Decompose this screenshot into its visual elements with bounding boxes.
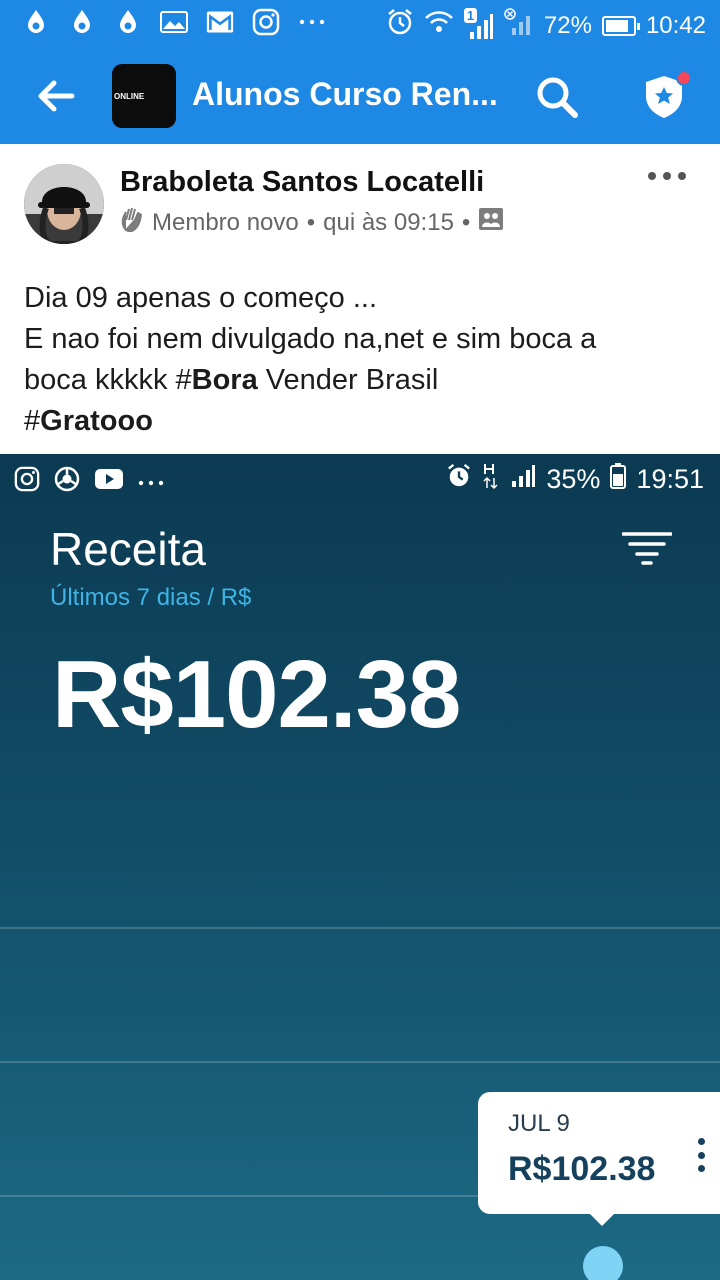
alarm-icon — [446, 463, 472, 496]
flame-notification-icon — [68, 8, 96, 36]
flame-notification-icon — [114, 8, 142, 36]
alarm-icon — [386, 8, 414, 43]
hspa-icon — [482, 462, 500, 497]
chart-tooltip: JUL 9 R$102.38 — [478, 1092, 720, 1226]
tooltip-date: JUL 9 — [508, 1110, 570, 1137]
filter-icon — [621, 530, 673, 566]
flame-notification-icon — [22, 8, 50, 36]
hashtag-bora[interactable]: Bora — [192, 364, 258, 396]
embedded-battery-percent: 35% — [546, 464, 601, 494]
image-icon — [160, 8, 188, 36]
member-badge: Membro novo — [152, 208, 299, 236]
post-options-icon[interactable] — [648, 172, 686, 188]
meta-separator: • — [461, 208, 471, 236]
instagram-icon — [14, 466, 40, 497]
more-notifications-icon — [138, 473, 164, 491]
tooltip-value: R$102.38 — [508, 1150, 656, 1188]
hashtag-gratooo[interactable]: Gratooo — [40, 405, 153, 437]
post-body: Dia 09 apenas o começo ... E nao foi nem… — [24, 278, 704, 442]
post-text-segment: Vender Brasil — [257, 364, 439, 396]
post-timestamp[interactable]: qui às 09:15 — [323, 209, 454, 237]
post-image[interactable]: 35% 19:51 Receita Últimos 7 dias / R$ R$… — [0, 454, 720, 1280]
meta-separator: • — [306, 208, 316, 236]
more-notifications-icon — [298, 8, 326, 36]
wifi-icon — [424, 9, 454, 42]
revenue-period: Últimos 7 dias / R$ — [50, 584, 252, 611]
embedded-status-left — [14, 466, 164, 497]
wave-hand-icon — [120, 206, 144, 239]
revenue-total: R$102.38 — [52, 641, 461, 748]
chart-data-point — [583, 1246, 623, 1280]
status-left-icons — [22, 8, 326, 36]
embedded-status-right: 35% 19:51 — [446, 462, 704, 497]
post-text-segment: # — [24, 405, 41, 437]
youtube-icon — [94, 468, 124, 495]
author-avatar[interactable] — [24, 164, 104, 244]
clock: 10:42 — [645, 11, 706, 39]
embedded-status-bar: 35% 19:51 — [0, 454, 720, 504]
search-icon[interactable] — [534, 74, 580, 120]
app-bar: ONLINE Alunos Curso Ren... — [0, 48, 720, 144]
battery-percent: 72% — [543, 11, 592, 39]
post-line: E nao foi nem divulgado na,net e sim boc… — [24, 323, 597, 355]
chrome-icon — [54, 466, 80, 497]
group-avatar-text: ONLINE — [114, 91, 145, 101]
chart-gridline — [0, 1061, 720, 1063]
signal-sim1-icon: 1 — [463, 7, 494, 40]
admin-shield-icon[interactable] — [640, 70, 692, 122]
back-arrow-icon[interactable] — [36, 78, 76, 114]
signal-icon — [510, 464, 536, 495]
group-privacy-icon — [478, 207, 504, 238]
chart-gridline — [0, 927, 720, 929]
battery-icon — [601, 15, 640, 36]
post-line: Dia 09 apenas o começo ... — [24, 282, 378, 314]
author-name[interactable]: Braboleta Santos Locatelli — [120, 166, 484, 199]
embedded-clock: 19:51 — [636, 464, 704, 494]
group-title[interactable]: Alunos Curso Ren... — [192, 76, 498, 113]
status-right: 1 72% 10:42 — [386, 7, 706, 43]
group-avatar[interactable]: ONLINE — [112, 64, 176, 128]
post-text-segment: boca kkkkk # — [24, 364, 192, 396]
instagram-icon — [252, 8, 280, 36]
revenue-title: Receita — [50, 523, 206, 575]
battery-icon — [610, 463, 627, 496]
status-bar: 1 72% 10:42 — [0, 0, 720, 48]
post-line: boca kkkkk #Bora Vender Brasil — [24, 360, 704, 401]
signal-sim2-icon — [504, 8, 534, 43]
tooltip-more-icon — [698, 1138, 706, 1172]
gmail-icon — [206, 8, 234, 36]
post-line: #Gratooo — [24, 401, 704, 442]
post-meta: Membro novo • qui às 09:15 • — [120, 206, 504, 239]
